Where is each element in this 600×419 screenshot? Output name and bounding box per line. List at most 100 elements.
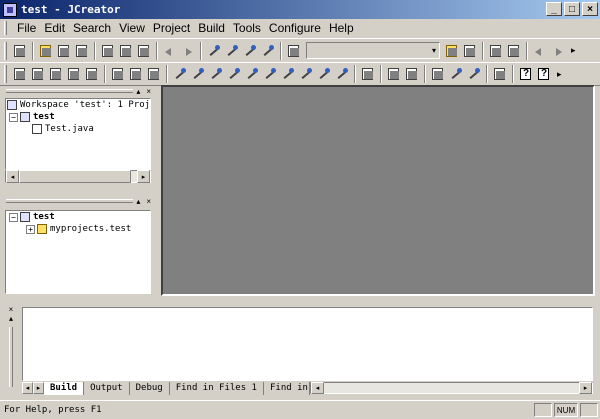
notes-icon[interactable] bbox=[430, 66, 446, 82]
browse-icon[interactable] bbox=[146, 66, 162, 82]
scroll-left-icon[interactable]: ◂ bbox=[6, 170, 19, 183]
execute-icon[interactable] bbox=[242, 43, 258, 59]
menu-view[interactable]: View bbox=[115, 21, 149, 35]
app-icon[interactable] bbox=[3, 2, 17, 17]
scroll-left-icon[interactable]: ◂ bbox=[310, 382, 324, 394]
find-icon[interactable] bbox=[286, 43, 302, 59]
debug-config-icon[interactable] bbox=[466, 66, 482, 82]
tab-find-in-files-1[interactable]: Find in Files 1 bbox=[170, 381, 264, 395]
wizard-icon-9[interactable] bbox=[316, 66, 332, 82]
open-icon[interactable] bbox=[38, 43, 54, 59]
document-icon[interactable] bbox=[386, 66, 402, 82]
tab-build[interactable]: Build bbox=[44, 381, 85, 395]
tree-item-package[interactable]: + myprojects.test bbox=[6, 223, 150, 235]
package-view-icon[interactable] bbox=[48, 66, 64, 82]
output-hscrollbar[interactable]: ◂ ▸ bbox=[309, 382, 593, 394]
tab-scroll-right-icon[interactable]: ▸ bbox=[33, 382, 44, 394]
collapse-icon[interactable]: − bbox=[9, 112, 18, 122]
toolbar-grip[interactable] bbox=[4, 41, 7, 60]
scroll-thumb[interactable] bbox=[19, 170, 131, 183]
package-tree[interactable]: − test + myprojects.test bbox=[5, 210, 151, 294]
toolbar-grip[interactable] bbox=[4, 65, 7, 83]
scroll-right-icon[interactable]: ▸ bbox=[137, 170, 150, 183]
new-file-icon[interactable] bbox=[12, 43, 28, 59]
paste-icon[interactable] bbox=[136, 43, 152, 59]
close-icon[interactable]: × bbox=[4, 305, 18, 314]
minimize-button[interactable]: _ bbox=[546, 2, 562, 16]
cut-icon[interactable] bbox=[100, 43, 116, 59]
redo-icon[interactable] bbox=[180, 43, 196, 59]
collapse-icon[interactable]: − bbox=[9, 212, 18, 222]
sigma-icon[interactable] bbox=[492, 66, 508, 82]
close-icon[interactable]: × bbox=[146, 87, 151, 96]
save-all-icon[interactable] bbox=[74, 43, 90, 59]
editor-area[interactable] bbox=[161, 85, 595, 296]
wizard-icon-8[interactable] bbox=[298, 66, 314, 82]
find-combo[interactable]: ▾ bbox=[306, 42, 440, 59]
menu-project[interactable]: Project bbox=[149, 21, 194, 35]
tree-item-file[interactable]: Test.java bbox=[6, 123, 150, 135]
tab-debug[interactable]: Debug bbox=[130, 381, 170, 395]
workspace-icon[interactable] bbox=[12, 66, 28, 82]
run-config-icon[interactable] bbox=[448, 66, 464, 82]
tree-item-project[interactable]: − test bbox=[6, 111, 150, 123]
help-icon[interactable] bbox=[518, 66, 534, 82]
menu-tools[interactable]: Tools bbox=[229, 21, 265, 35]
toolbar-overflow-icon[interactable]: ▸ bbox=[557, 69, 562, 80]
back-icon[interactable] bbox=[532, 43, 548, 59]
tab-scroll-left-icon[interactable]: ◂ bbox=[22, 382, 33, 394]
wizard-icon-1[interactable] bbox=[172, 66, 188, 82]
forward-icon[interactable] bbox=[550, 43, 566, 59]
wizard-icon-10[interactable] bbox=[334, 66, 350, 82]
pin-icon[interactable]: ▴ bbox=[136, 197, 140, 206]
output-panel-header[interactable]: × ▴ bbox=[4, 305, 18, 395]
wizard-icon-3[interactable] bbox=[208, 66, 224, 82]
menu-help[interactable]: Help bbox=[325, 21, 358, 35]
find-in-files-icon[interactable] bbox=[462, 43, 478, 59]
chevron-down-icon[interactable]: ▾ bbox=[432, 46, 436, 55]
save-icon[interactable] bbox=[56, 43, 72, 59]
output-view-icon[interactable] bbox=[66, 66, 82, 82]
outdent-icon[interactable] bbox=[506, 43, 522, 59]
maximize-button[interactable]: □ bbox=[564, 2, 580, 16]
tab-find-in-files-2[interactable]: Find in Files 2 bbox=[264, 381, 310, 395]
workspace-hscrollbar[interactable]: ◂ ▸ bbox=[5, 170, 151, 183]
expand-icon[interactable]: + bbox=[26, 224, 35, 234]
menu-file[interactable]: File bbox=[13, 21, 40, 35]
compile-project-icon[interactable] bbox=[224, 43, 240, 59]
wizard-icon-4[interactable] bbox=[226, 66, 242, 82]
pin-icon[interactable]: ▴ bbox=[4, 314, 18, 323]
pin-icon[interactable]: ▴ bbox=[136, 87, 140, 96]
menu-edit[interactable]: Edit bbox=[40, 21, 69, 35]
undo-icon[interactable] bbox=[162, 43, 178, 59]
breakpoint-icon[interactable] bbox=[360, 66, 376, 82]
context-help-icon[interactable] bbox=[536, 66, 552, 82]
wizard-icon-5[interactable] bbox=[244, 66, 260, 82]
close-button[interactable]: × bbox=[582, 2, 598, 16]
package-panel-header[interactable]: ▴ × bbox=[0, 196, 154, 206]
output-window[interactable] bbox=[22, 307, 593, 381]
menu-grip[interactable] bbox=[4, 21, 7, 35]
toolbar-overflow-icon[interactable]: ▸ bbox=[571, 45, 576, 56]
class-view-icon[interactable] bbox=[110, 66, 126, 82]
wizard-icon-7[interactable] bbox=[280, 66, 296, 82]
menu-configure[interactable]: Configure bbox=[265, 21, 325, 35]
window-list-icon[interactable] bbox=[128, 66, 144, 82]
stop-icon[interactable] bbox=[260, 43, 276, 59]
workspace-tree[interactable]: Workspace 'test': 1 Project − test Test.… bbox=[5, 98, 151, 170]
workspace-panel-header[interactable]: ▴ × bbox=[0, 86, 154, 96]
fullscreen-icon[interactable] bbox=[84, 66, 100, 82]
tab-output[interactable]: Output bbox=[84, 381, 130, 395]
scroll-right-icon[interactable]: ▸ bbox=[579, 382, 592, 394]
tree-item-workspace[interactable]: Workspace 'test': 1 Project bbox=[6, 99, 150, 111]
file-view-icon[interactable] bbox=[30, 66, 46, 82]
tree-item-project[interactable]: − test bbox=[6, 211, 150, 223]
menu-search[interactable]: Search bbox=[69, 21, 115, 35]
wizard-icon-2[interactable] bbox=[190, 66, 206, 82]
close-icon[interactable]: × bbox=[146, 197, 151, 206]
indent-icon[interactable] bbox=[488, 43, 504, 59]
find-next-icon[interactable] bbox=[444, 43, 460, 59]
wizard-icon-6[interactable] bbox=[262, 66, 278, 82]
compile-icon[interactable] bbox=[206, 43, 222, 59]
copy-icon[interactable] bbox=[118, 43, 134, 59]
